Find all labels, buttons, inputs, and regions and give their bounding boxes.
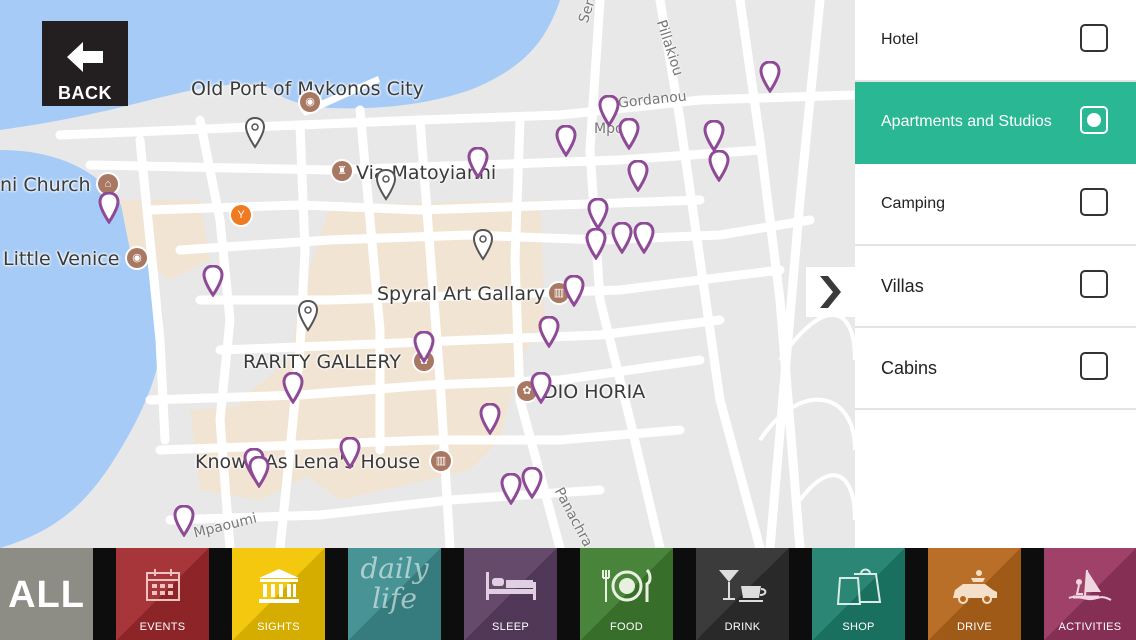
museum-poi-icon[interactable]: ▥ [431, 451, 451, 471]
category-drink[interactable]: DRINK [696, 548, 789, 640]
checkbox[interactable] [1080, 270, 1108, 298]
category-activities[interactable]: ACTIVITIES [1044, 548, 1136, 640]
map-label-spyral-art-gallary: Spyral Art Gallary [377, 283, 546, 305]
cocktail-poi-icon[interactable]: Y [231, 205, 251, 225]
purple-location-pin-icon[interactable] [633, 222, 655, 254]
filter-option-label: Apartments and Studios [881, 113, 1052, 130]
filter-option-camping[interactable]: Camping [855, 164, 1136, 246]
category-drive[interactable]: DRIVE [928, 548, 1021, 640]
purple-location-pin-icon[interactable] [611, 222, 633, 254]
category-label: DRIVE [956, 621, 993, 633]
calendar-icon [145, 569, 180, 601]
filter-option-cabins[interactable]: Cabins [855, 328, 1136, 410]
category-label: EVENTS [139, 621, 186, 633]
back-button[interactable]: BACK [42, 21, 128, 106]
category-daily-life[interactable]: daily life [348, 548, 441, 640]
category-label: ACTIVITIES [1058, 621, 1122, 633]
gray-location-pin-icon[interactable] [472, 229, 494, 261]
category-food[interactable]: FOOD [580, 548, 673, 640]
map-label-dio-horia: DIO HORIA [543, 381, 646, 403]
category-label: daily life [360, 552, 429, 615]
checkbox[interactable] [1080, 188, 1108, 216]
purple-location-pin-icon[interactable] [627, 160, 649, 192]
purple-location-pin-icon[interactable] [538, 316, 560, 348]
category-label: ALL [8, 574, 85, 616]
purple-location-pin-icon[interactable] [563, 275, 585, 307]
purple-location-pin-icon[interactable] [521, 467, 543, 499]
purple-location-pin-icon[interactable] [703, 120, 725, 152]
purple-location-pin-icon[interactable] [98, 192, 120, 224]
map-canvas [0, 0, 855, 548]
filter-option-apartments[interactable]: Apartments and Studios [855, 82, 1136, 164]
purple-location-pin-icon[interactable] [202, 265, 224, 297]
category-all[interactable]: ALL [0, 548, 93, 640]
purple-location-pin-icon[interactable] [339, 437, 361, 469]
purple-location-pin-icon[interactable] [282, 372, 304, 404]
purple-location-pin-icon[interactable] [618, 118, 640, 150]
category-label: SHOP [842, 621, 875, 633]
cocktail-icon [718, 570, 766, 602]
shopping-bag-icon [836, 568, 881, 605]
purple-location-pin-icon[interactable] [413, 331, 435, 363]
back-arrow-icon [67, 42, 103, 72]
filter-option-label: Cabins [881, 358, 938, 378]
category-label: FOOD [610, 621, 643, 633]
filter-option-villas[interactable]: Villas [855, 246, 1136, 328]
filter-option-label: Hotel [881, 31, 919, 48]
castle-poi-icon[interactable]: ♜ [332, 161, 352, 181]
category-label: DRINK [724, 621, 761, 633]
category-label: SLEEP [492, 621, 529, 633]
camera-poi-icon[interactable]: ◉ [127, 248, 147, 268]
purple-location-pin-icon[interactable] [530, 372, 552, 404]
purple-location-pin-icon[interactable] [708, 150, 730, 182]
panel-toggle-button[interactable] [806, 267, 855, 317]
filter-option-label: Camping [881, 195, 946, 212]
category-sleep[interactable]: SLEEP [464, 548, 557, 640]
category-shop[interactable]: SHOP [812, 548, 905, 640]
purple-location-pin-icon[interactable] [759, 61, 781, 93]
windsurf-icon [1068, 569, 1112, 601]
purple-location-pin-icon[interactable] [585, 228, 607, 260]
map-label-lenas-house: Known As Lena's House [195, 451, 421, 473]
purple-location-pin-icon[interactable] [598, 95, 620, 127]
purple-location-pin-icon[interactable] [555, 125, 577, 157]
chevron-right-icon [820, 276, 841, 308]
bed-icon [485, 572, 536, 600]
accommodation-filter-panel: Hotel Apartments and Studios Camping Vil… [855, 0, 1136, 548]
gray-location-pin-icon[interactable] [375, 169, 397, 201]
map-label-little-venice: Little Venice [3, 248, 120, 270]
temple-icon [258, 569, 299, 603]
filter-option-hotel[interactable]: Hotel [855, 0, 1136, 82]
purple-location-pin-icon[interactable] [500, 473, 522, 505]
purple-location-pin-icon[interactable] [248, 456, 270, 488]
back-label: BACK [58, 83, 112, 103]
gray-location-pin-icon[interactable] [244, 117, 266, 149]
car-icon [952, 570, 997, 604]
purple-location-pin-icon[interactable] [173, 505, 195, 537]
category-events[interactable]: EVENTS [116, 548, 209, 640]
category-label: SIGHTS [257, 621, 300, 633]
camera-poi-icon[interactable]: ◉ [300, 92, 320, 112]
map-label-rarity-gallery: RARITY GALLERY [243, 351, 401, 373]
category-sights[interactable]: SIGHTS [232, 548, 325, 640]
purple-location-pin-icon[interactable] [587, 198, 609, 230]
checkbox[interactable] [1080, 24, 1108, 52]
filter-option-label: Villas [881, 276, 924, 296]
church-poi-icon[interactable]: ⌂ [98, 174, 118, 194]
purple-location-pin-icon[interactable] [467, 147, 489, 179]
map-view[interactable]: Old Port of Mykonos City Via Matoyianni … [0, 0, 855, 548]
map-label-church: ni Church [0, 174, 91, 196]
category-bar: ALL EVENTS SIGHTS daily life SLEEP FOOD … [0, 548, 1136, 640]
purple-location-pin-icon[interactable] [479, 403, 501, 435]
plate-icon [601, 568, 651, 602]
checkbox[interactable] [1080, 352, 1108, 380]
gray-location-pin-icon[interactable] [297, 300, 319, 332]
checkbox-checked[interactable] [1080, 106, 1108, 134]
